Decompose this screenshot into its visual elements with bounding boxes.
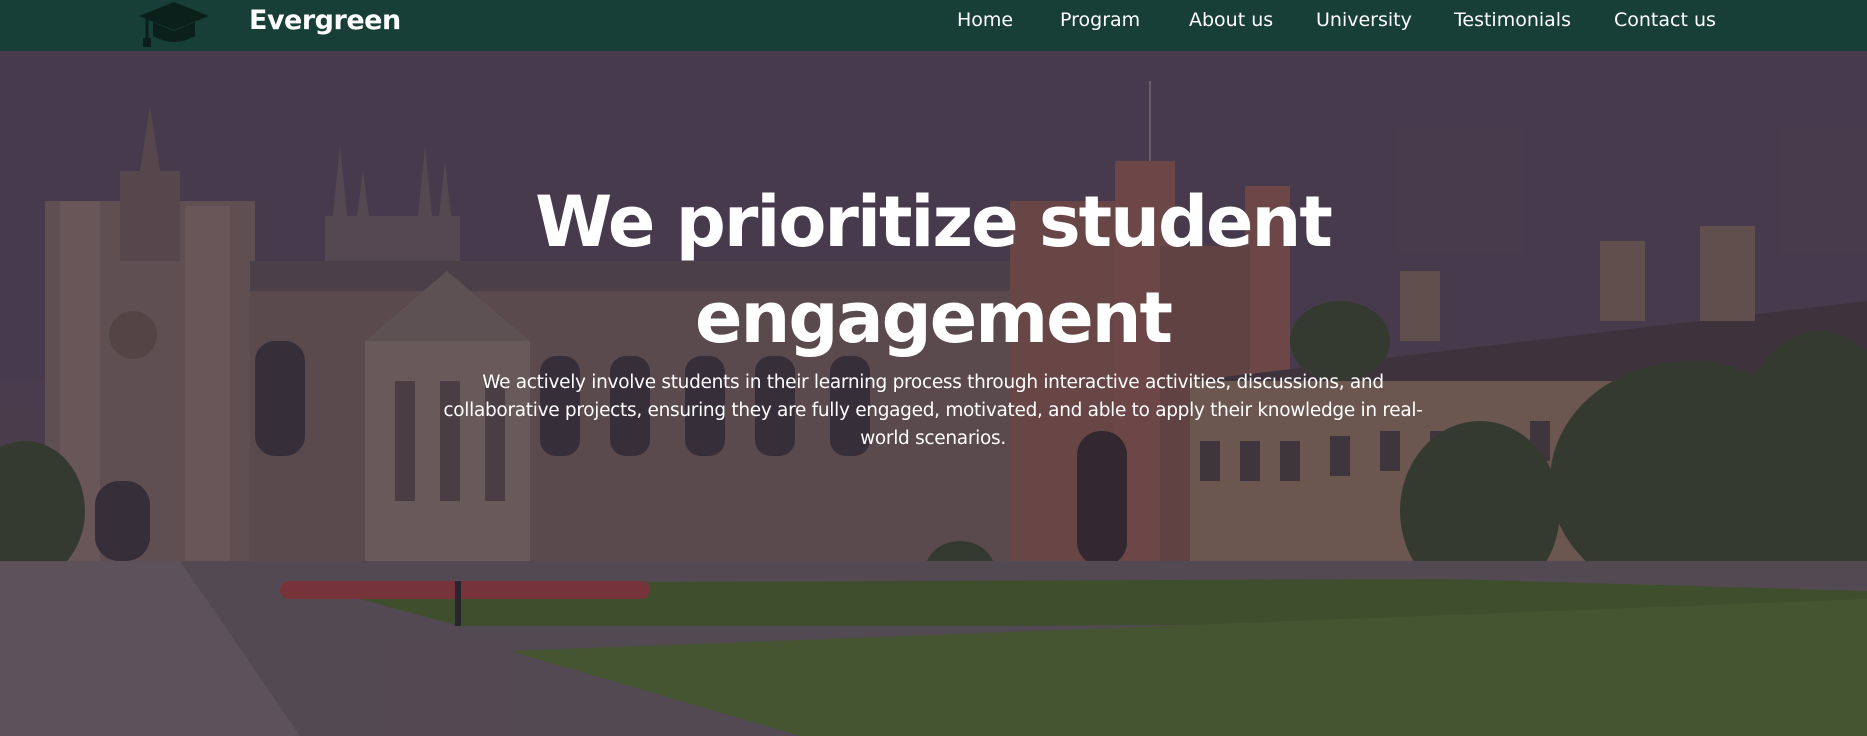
hero-section: We prioritize student engagement We acti… [0,51,1867,736]
nav-link-contact-us[interactable]: Contact us [1614,8,1716,32]
nav-link-university[interactable]: University [1316,8,1412,32]
nav-link-program[interactable]: Program [1060,8,1140,32]
nav-link-about-us[interactable]: About us [1189,8,1273,32]
nav-link-home[interactable]: Home [957,8,1013,32]
hero-title: We prioritize student engagement [535,181,1333,359]
navbar: Evergreen Home Program About us Universi… [0,0,1867,51]
hero-subtitle: We actively involve students in their le… [443,372,1423,449]
nav-link-testimonials[interactable]: Testimonials [1454,8,1571,32]
main-nav: Home Program About us University Testimo… [0,8,1867,34]
